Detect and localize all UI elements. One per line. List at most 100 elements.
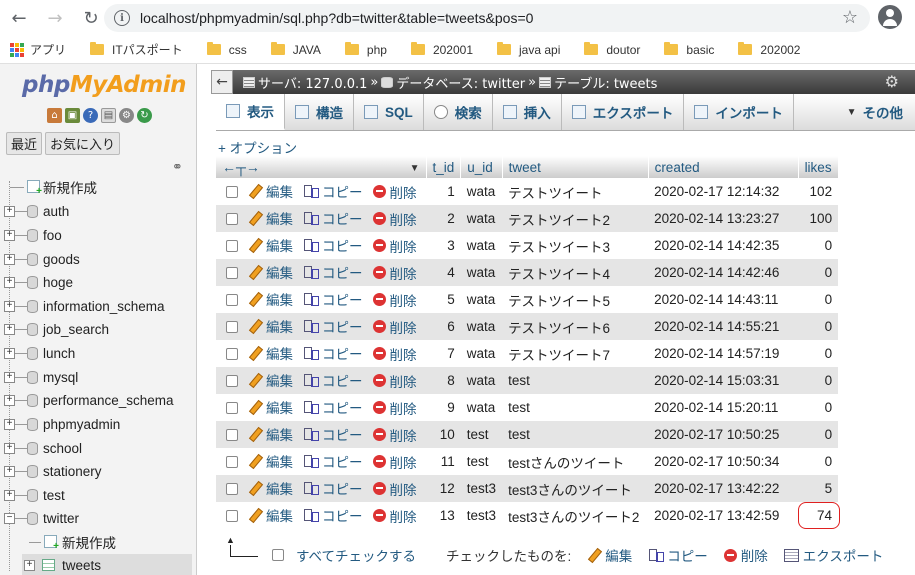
cell-u_id[interactable]: wata [460,286,503,313]
cell-created[interactable]: 2020-02-17 10:50:25 [648,421,799,448]
tree-item-database[interactable]: + goods [0,248,197,270]
cell-tweet[interactable]: test3さんのツイート [502,475,649,502]
bookmark-star-icon[interactable]: ☆ [842,7,858,28]
expand-plus-icon[interactable]: + [4,205,15,217]
collapse-minus-icon[interactable]: − [4,512,15,524]
column-header-likes[interactable]: likes [798,156,839,178]
row-checkbox[interactable] [226,375,238,388]
link-chain-icon[interactable]: ⚭ [172,160,183,175]
edit-button[interactable]: 編集 [248,424,293,444]
cell-created[interactable]: 2020-02-14 14:42:35 [648,232,799,259]
cell-u_id[interactable]: wata [460,232,503,259]
row-checkbox[interactable] [226,240,238,253]
expand-plus-icon[interactable]: + [4,276,15,288]
tree-item-database[interactable]: + test [0,484,197,506]
edit-button[interactable]: 編集 [248,235,293,255]
cell-u_id[interactable]: wata [460,205,503,232]
expand-plus-icon[interactable]: + [4,323,15,335]
cell-t_id[interactable]: 8 [426,367,461,394]
row-checkbox[interactable] [226,429,238,442]
edit-button[interactable]: 編集 [248,208,293,228]
cell-tweet[interactable]: テストツイート [502,178,649,205]
row-checkbox[interactable] [226,483,238,496]
tree-item-database[interactable]: + foo [0,224,197,246]
cell-likes[interactable]: 0 [798,259,839,286]
row-checkbox[interactable] [226,321,238,334]
cell-created[interactable]: 2020-02-17 13:42:59 [648,502,799,529]
cell-u_id[interactable]: test3 [460,502,503,529]
url-text[interactable]: localhost/phpmyadmin/sql.php?db=twitter&… [140,10,533,26]
expand-plus-icon[interactable]: + [4,229,15,241]
edit-button[interactable]: 編集 [248,262,293,282]
cell-tweet[interactable]: test3さんのツイート2 [502,502,649,529]
tab-import[interactable]: インポート [684,94,794,130]
expand-plus-icon[interactable]: + [4,347,15,359]
cell-t_id[interactable]: 5 [426,286,461,313]
row-checkbox[interactable] [226,213,238,226]
tab-browse[interactable]: 表示 [216,94,285,130]
back-arrow-icon[interactable]: ← [6,5,32,31]
expand-plus-icon[interactable]: + [4,394,15,406]
copy-button[interactable]: コピー [303,478,363,498]
bookmark-folder[interactable]: php [344,42,387,57]
bookmark-folder[interactable]: ITパスポート [90,41,183,58]
cell-likes[interactable]: 74 [798,502,841,529]
cell-tweet[interactable]: test [502,421,649,448]
cell-created[interactable]: 2020-02-14 13:23:27 [648,205,799,232]
row-checkbox[interactable] [226,294,238,307]
gear-icon[interactable]: ⚙ [119,108,134,123]
check-all[interactable]: すべてチェックする [272,545,416,565]
expand-plus-icon[interactable]: + [24,559,35,571]
copy-button[interactable]: コピー [303,451,363,471]
cell-t_id[interactable]: 10 [426,421,461,448]
breadcrumb-table[interactable]: テーブル: tweets [539,73,657,92]
tree-item-database[interactable]: + performance_schema [0,389,197,411]
edit-button[interactable]: 編集 [248,478,293,498]
delete-button[interactable]: 削除 [372,479,417,499]
edit-button[interactable]: 編集 [248,289,293,309]
bulk-copy-button[interactable]: コピー [648,545,708,565]
cell-t_id[interactable]: 3 [426,232,461,259]
delete-button[interactable]: 削除 [372,290,417,310]
cell-tweet[interactable]: testさんのツイート [502,448,649,475]
column-header-t_id[interactable]: t_id [426,156,462,178]
cell-created[interactable]: 2020-02-14 15:20:11 [648,394,799,421]
row-checkbox[interactable] [226,267,238,280]
cell-likes[interactable]: 0 [798,286,839,313]
cell-t_id[interactable]: 7 [426,340,461,367]
help-icon[interactable]: ? [83,108,98,123]
home-icon[interactable]: ⌂ [47,108,62,123]
docs-icon[interactable]: ▤ [101,108,116,123]
cell-t_id[interactable]: 9 [426,394,461,421]
cell-created[interactable]: 2020-02-14 14:57:19 [648,340,799,367]
cell-tweet[interactable]: テストツイート3 [502,232,649,259]
expand-plus-icon[interactable]: + [4,253,15,265]
column-header-created[interactable]: created [648,156,799,178]
edit-button[interactable]: 編集 [248,181,293,201]
collapse-nav-arrow-icon[interactable]: ← [211,70,233,94]
cell-likes[interactable]: 0 [798,448,839,475]
copy-button[interactable]: コピー [303,343,363,363]
cell-tweet[interactable]: テストツイート5 [502,286,649,313]
tree-item-tweets[interactable]: + tweets [22,554,192,575]
copy-button[interactable]: コピー [303,424,363,444]
cell-t_id[interactable]: 11 [426,448,461,475]
cell-likes[interactable]: 0 [798,394,839,421]
address-bar[interactable]: i localhost/phpmyadmin/sql.php?db=twitte… [104,4,870,32]
cell-created[interactable]: 2020-02-14 14:42:46 [648,259,799,286]
bulk-edit-button[interactable]: 編集 [587,545,632,565]
cell-likes[interactable]: 0 [798,232,839,259]
cell-likes[interactable]: 0 [798,313,839,340]
edit-button[interactable]: 編集 [248,370,293,390]
copy-button[interactable]: コピー [303,235,363,255]
tab-search[interactable]: 検索 [424,94,493,130]
column-resize-arrows-icon[interactable]: ←┬→ [222,159,260,175]
settings-gear-icon[interactable]: ⚙ [885,72,899,91]
cell-tweet[interactable]: test [502,367,649,394]
info-icon[interactable]: i [114,10,130,26]
expand-plus-icon[interactable]: + [4,300,15,312]
column-header-tweet[interactable]: tweet [502,156,649,178]
delete-button[interactable]: 削除 [372,344,417,364]
cell-created[interactable]: 2020-02-14 15:03:31 [648,367,799,394]
cell-t_id[interactable]: 4 [426,259,461,286]
